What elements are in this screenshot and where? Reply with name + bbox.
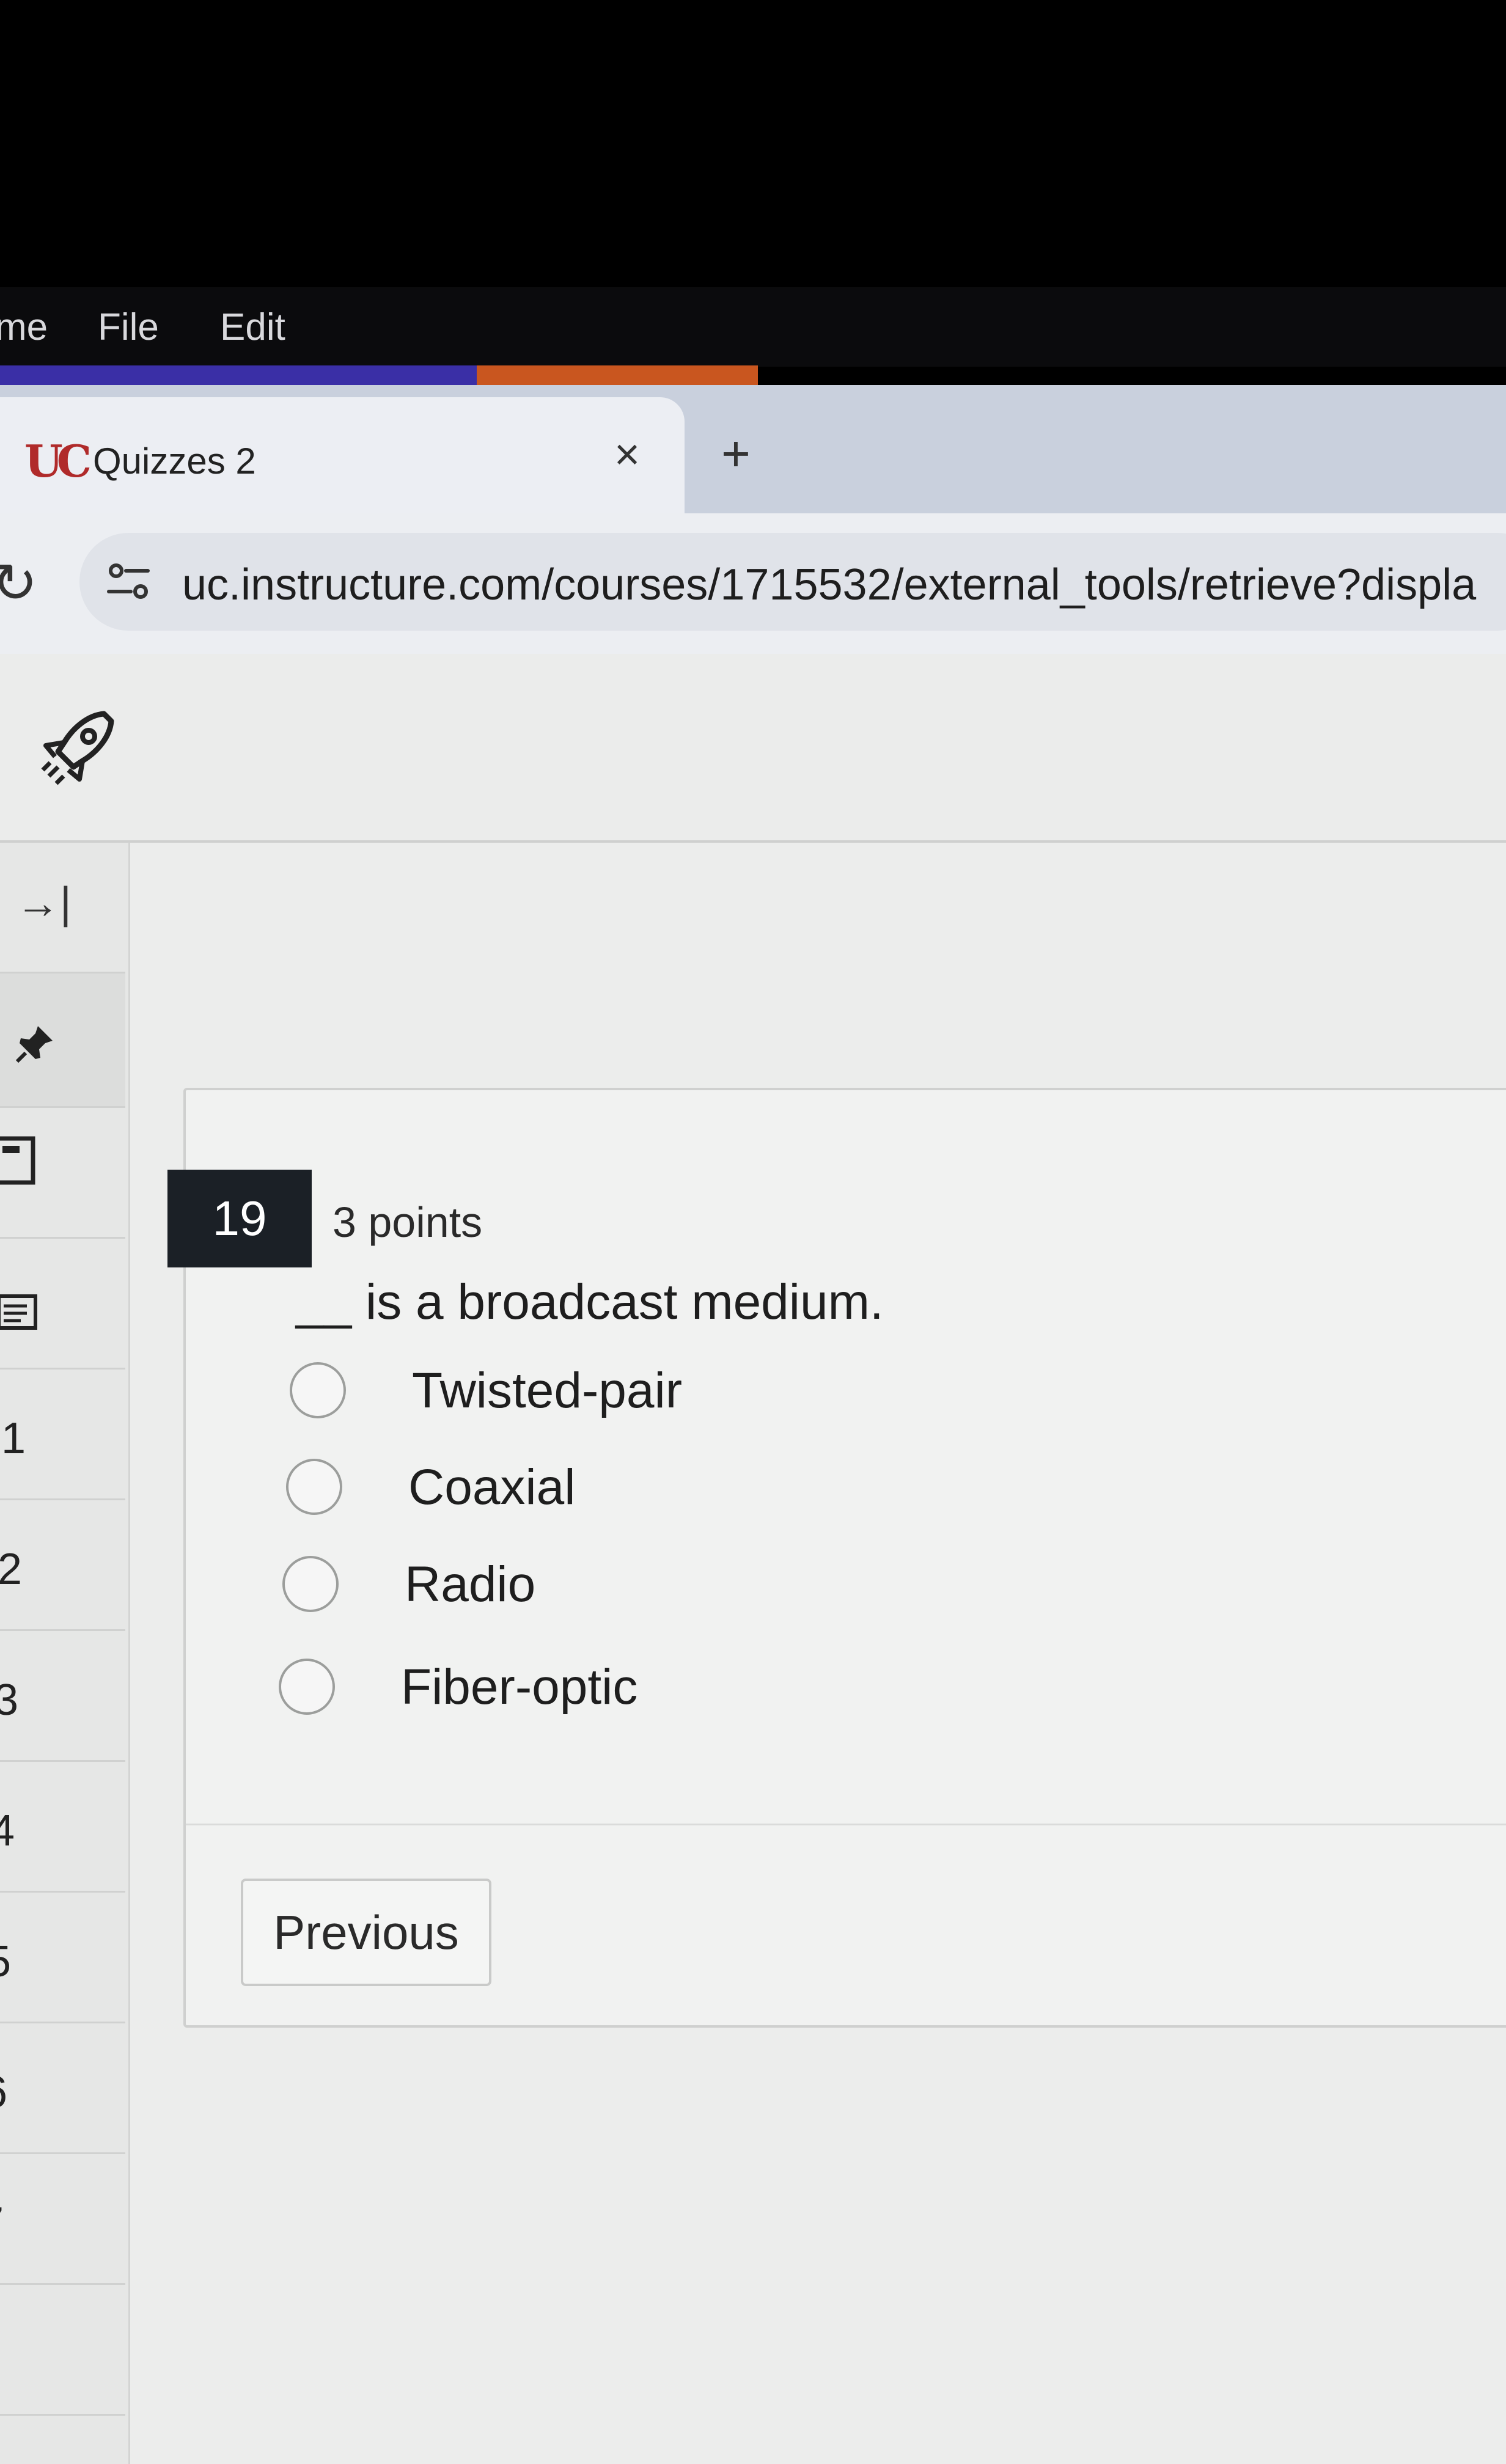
nav-question-number: 5 <box>0 1937 11 1987</box>
menu-app-name[interactable]: me <box>0 306 48 349</box>
nav-question-4[interactable]: 4 <box>0 1762 125 1893</box>
question-text: __ is a broadcast medium. <box>296 1274 884 1330</box>
question-list-button[interactable] <box>0 1239 125 1370</box>
nav-question-number: 2 <box>0 1545 23 1594</box>
flag-question-button[interactable] <box>0 1108 125 1239</box>
nav-question-number: 7 <box>0 2198 4 2248</box>
question-card: 19 3 points __ is a broadcast medium. Tw… <box>167 1088 1506 2028</box>
previous-button[interactable]: Previous <box>241 1879 491 1986</box>
quiz-page: →| 1 2 3 4 19 3 points __ is a broadcast… <box>0 654 1506 2464</box>
nav-question-number: 3 <box>0 1676 19 1725</box>
nav-question-1[interactable]: 1 <box>0 1370 125 1500</box>
new-tab-icon[interactable]: + <box>721 429 751 479</box>
nav-question-number: 1 <box>1 1414 26 1463</box>
answer-radio[interactable] <box>279 1659 335 1715</box>
question-number-badge: 19 <box>167 1170 312 1267</box>
accent-strip-right <box>477 365 758 386</box>
tab-title: Quizzes 2 <box>93 441 256 482</box>
collapse-nav-icon: →| <box>16 879 72 928</box>
answer-radio[interactable] <box>282 1556 339 1612</box>
rocket-icon <box>41 711 114 785</box>
accent-strip-left <box>0 365 477 386</box>
nav-question-3[interactable]: 3 <box>0 1631 125 1762</box>
question-points: 3 points <box>332 1198 483 1246</box>
answer-label[interactable]: Fiber-optic <box>401 1659 637 1716</box>
pin-icon <box>15 1026 53 1063</box>
nav-question-6[interactable]: 6 <box>0 2023 125 2154</box>
answer-label[interactable]: Coaxial <box>408 1459 575 1516</box>
menu-edit[interactable]: Edit <box>220 306 285 349</box>
list-icon <box>0 1294 37 1330</box>
nav-question-8[interactable]: 8 <box>0 2285 125 2416</box>
answer-label[interactable]: Twisted-pair <box>412 1362 682 1420</box>
question-nav-rail: →| 1 2 3 4 <box>0 843 130 2464</box>
address-bar[interactable]: uc.instructure.com/courses/1715532/exter… <box>79 533 1506 631</box>
answer-radio[interactable] <box>286 1459 342 1515</box>
tab-close-icon[interactable]: × <box>614 433 640 477</box>
nav-question-2[interactable]: 2 <box>0 1500 125 1631</box>
address-bar-row: ↻ uc.instructure.com/courses/1715532/ext… <box>0 513 1506 654</box>
browser-tab-bar: UC Quizzes 2 × + <box>0 385 1506 513</box>
nav-question-5[interactable]: 5 <box>0 1893 125 2023</box>
screen: me File Edit UC Quizzes 2 × + ↻ uc.instr… <box>0 0 1506 2464</box>
page-header <box>0 654 1506 843</box>
tab-quizzes[interactable]: UC Quizzes 2 × <box>0 397 685 513</box>
card-divider <box>186 1824 1506 1825</box>
tab-favicon-icon: UC <box>24 435 92 487</box>
bookmark-icon <box>0 1136 35 1185</box>
reload-icon[interactable]: ↻ <box>0 551 37 615</box>
url-text[interactable]: uc.instructure.com/courses/1715532/exter… <box>182 560 1476 610</box>
collapse-nav-button[interactable]: →| <box>0 843 125 974</box>
answer-label[interactable]: Radio <box>405 1556 535 1613</box>
nav-question-number: 6 <box>0 2067 7 2118</box>
nav-question-7[interactable]: 7 <box>0 2154 125 2285</box>
menu-file[interactable]: File <box>98 306 159 349</box>
pin-button[interactable] <box>0 974 125 1108</box>
os-menu-bar: me File Edit <box>0 287 1506 367</box>
site-settings-icon[interactable] <box>104 557 153 606</box>
answer-radio[interactable] <box>290 1362 346 1418</box>
nav-question-number: 4 <box>0 1806 15 1855</box>
